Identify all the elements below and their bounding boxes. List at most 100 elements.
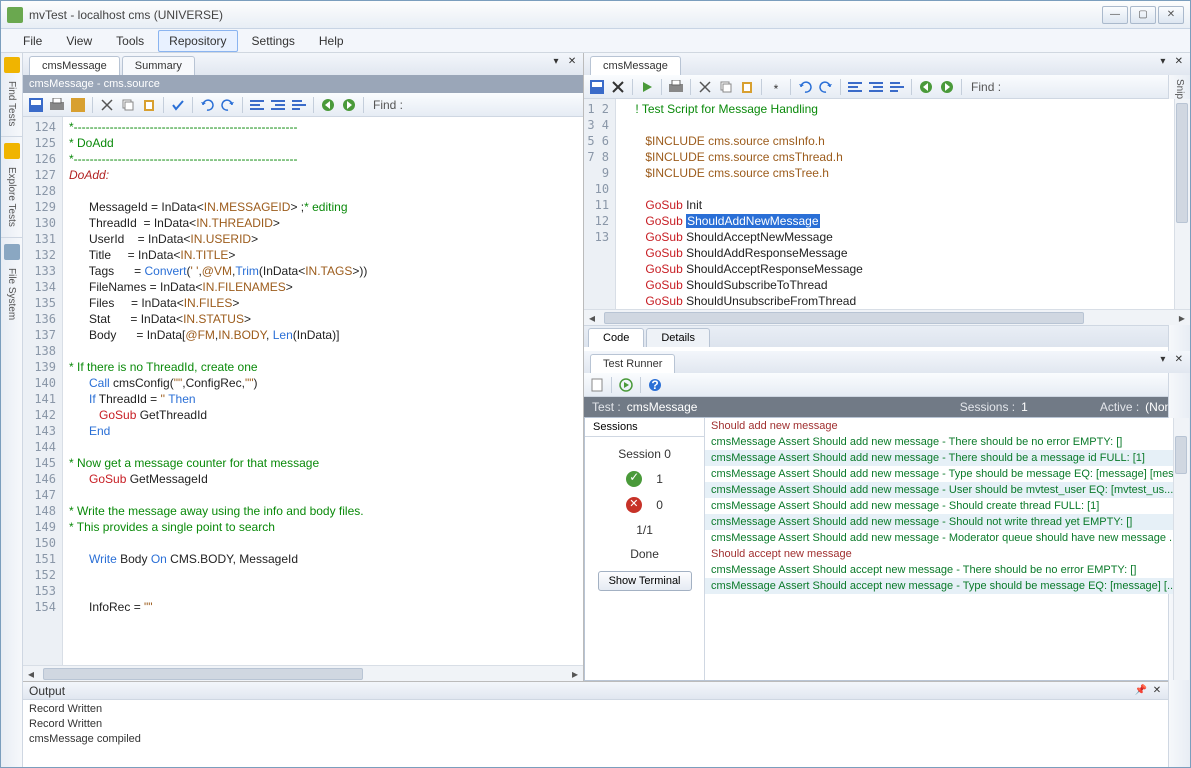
pass-count: 1 xyxy=(656,472,663,486)
prev-icon[interactable] xyxy=(319,96,337,114)
result-row[interactable]: cmsMessage Assert Should accept new mess… xyxy=(705,578,1189,594)
compile-icon[interactable] xyxy=(69,96,87,114)
tab-cmsmessage-right[interactable]: cmsMessage xyxy=(590,56,681,75)
check-icon[interactable] xyxy=(169,96,187,114)
menu-help[interactable]: Help xyxy=(309,31,354,51)
session-label: Session 0 xyxy=(618,447,671,461)
output-header: Output 📌 ✕ xyxy=(23,682,1168,700)
pin-icon[interactable]: 📌 xyxy=(1134,684,1148,698)
menu-file[interactable]: File xyxy=(13,31,52,51)
rail-explore-tests[interactable]: Explore Tests xyxy=(6,163,17,231)
redo-icon[interactable] xyxy=(219,96,237,114)
tab-cmsmessage[interactable]: cmsMessage xyxy=(29,56,120,75)
runner-test-name: cmsMessage xyxy=(627,400,698,414)
results-vscrollbar[interactable] xyxy=(1173,418,1189,680)
tab-test-runner[interactable]: Test Runner xyxy=(590,354,675,373)
app-icon xyxy=(7,7,23,23)
new-icon[interactable] xyxy=(588,376,606,394)
result-row[interactable]: cmsMessage Assert Should add new message… xyxy=(705,498,1189,514)
next-icon[interactable] xyxy=(340,96,358,114)
result-row[interactable]: cmsMessage Assert Should add new message… xyxy=(705,450,1189,466)
result-row[interactable]: Should accept new message xyxy=(705,546,1189,562)
result-row[interactable]: cmsMessage Assert Should add new message… xyxy=(705,434,1189,450)
tab-dropdown-icon[interactable]: ▾ xyxy=(1156,353,1170,367)
right-code[interactable]: ! Test Script for Message Handling $INCL… xyxy=(616,99,1190,309)
paste-icon[interactable] xyxy=(140,96,158,114)
right-vscrollbar[interactable] xyxy=(1174,99,1190,309)
left-code[interactable]: *---------------------------------------… xyxy=(63,117,583,665)
left-editor-pane: cmsMessage Summary ▾ ✕ cmsMessage - cms.… xyxy=(23,53,584,681)
prev-icon[interactable] xyxy=(917,78,935,96)
tab-close-icon[interactable]: ✕ xyxy=(1172,353,1186,367)
runner-sessions-panel: Sessions Session 0 1 0 1/1 Done Show Ter… xyxy=(585,418,705,680)
runner-results[interactable]: Should add new messagecmsMessage Assert … xyxy=(705,418,1189,680)
undo-icon[interactable] xyxy=(198,96,216,114)
tab-dropdown-icon[interactable]: ▾ xyxy=(1156,55,1170,69)
right-toolbar: * Find : xyxy=(584,75,1190,99)
fail-count: 0 xyxy=(656,498,663,512)
svg-text:?: ? xyxy=(651,378,658,392)
tab-close-icon[interactable]: ✕ xyxy=(1172,55,1186,69)
asterisk-icon[interactable]: * xyxy=(767,78,785,96)
minimize-button[interactable]: — xyxy=(1102,6,1128,24)
show-terminal-button[interactable]: Show Terminal xyxy=(598,571,692,591)
close-button[interactable]: ✕ xyxy=(1158,6,1184,24)
result-row[interactable]: cmsMessage Assert Should add new message… xyxy=(705,514,1189,530)
copy-icon[interactable] xyxy=(717,78,735,96)
btab-code[interactable]: Code xyxy=(588,328,644,347)
runner-body: Sessions Session 0 1 0 1/1 Done Show Ter… xyxy=(584,417,1190,681)
run-icon[interactable] xyxy=(638,78,656,96)
save-icon[interactable] xyxy=(588,78,606,96)
filesystem-icon[interactable] xyxy=(4,244,20,260)
run-tests-icon[interactable] xyxy=(617,376,635,394)
tab-summary[interactable]: Summary xyxy=(122,56,195,75)
left-toolbar: Find : xyxy=(23,93,583,117)
undo-icon[interactable] xyxy=(796,78,814,96)
left-hscrollbar[interactable]: ◂▸ xyxy=(23,665,583,681)
left-code-editor[interactable]: 124 125 126 127 128 129 130 131 132 133 … xyxy=(23,117,583,665)
indent-icon[interactable] xyxy=(269,96,287,114)
result-row[interactable]: Should add new message xyxy=(705,418,1189,434)
right-code-editor[interactable]: 1 2 3 4 5 6 7 8 9 10 11 12 13 ! Test Scr… xyxy=(584,99,1190,309)
paste-icon[interactable] xyxy=(738,78,756,96)
btab-details[interactable]: Details xyxy=(646,328,710,347)
fail-icon xyxy=(626,497,642,513)
format-icon[interactable] xyxy=(290,96,308,114)
menu-view[interactable]: View xyxy=(56,31,102,51)
runner-toolbar: ? xyxy=(584,373,1190,397)
result-row[interactable]: cmsMessage Assert Should add new message… xyxy=(705,482,1189,498)
indent-icon[interactable] xyxy=(867,78,885,96)
output-body[interactable]: Record WrittenRecord WrittencmsMessage c… xyxy=(23,700,1168,767)
explore-icon[interactable] xyxy=(4,143,20,159)
runner-active-label: Active : xyxy=(1100,400,1139,414)
menu-tools[interactable]: Tools xyxy=(106,31,154,51)
right-gutter: 1 2 3 4 5 6 7 8 9 10 11 12 13 xyxy=(584,99,616,309)
help-icon[interactable]: ? xyxy=(646,376,664,394)
menu-settings[interactable]: Settings xyxy=(242,31,305,51)
outdent-icon[interactable] xyxy=(846,78,864,96)
maximize-button[interactable]: ▢ xyxy=(1130,6,1156,24)
save-icon[interactable] xyxy=(27,96,45,114)
print-icon[interactable] xyxy=(48,96,66,114)
sessions-tab[interactable]: Sessions xyxy=(585,418,704,437)
cut-icon[interactable] xyxy=(696,78,714,96)
copy-icon[interactable] xyxy=(119,96,137,114)
format-icon[interactable] xyxy=(888,78,906,96)
right-hscrollbar[interactable]: ◂▸ xyxy=(584,309,1190,325)
rail-find-tests[interactable]: Find Tests xyxy=(6,77,17,130)
tab-dropdown-icon[interactable]: ▾ xyxy=(549,55,563,69)
outdent-icon[interactable] xyxy=(248,96,266,114)
delete-icon[interactable] xyxy=(609,78,627,96)
redo-icon[interactable] xyxy=(817,78,835,96)
result-row[interactable]: cmsMessage Assert Should add new message… xyxy=(705,466,1189,482)
find-icon[interactable] xyxy=(4,57,20,73)
menu-repository[interactable]: Repository xyxy=(158,30,237,52)
rail-file-system[interactable]: File System xyxy=(6,264,17,324)
close-icon[interactable]: ✕ xyxy=(1150,684,1164,698)
result-row[interactable]: cmsMessage Assert Should add new message… xyxy=(705,530,1189,546)
print-icon[interactable] xyxy=(667,78,685,96)
cut-icon[interactable] xyxy=(98,96,116,114)
result-row[interactable]: cmsMessage Assert Should accept new mess… xyxy=(705,562,1189,578)
next-icon[interactable] xyxy=(938,78,956,96)
tab-close-icon[interactable]: ✕ xyxy=(565,55,579,69)
